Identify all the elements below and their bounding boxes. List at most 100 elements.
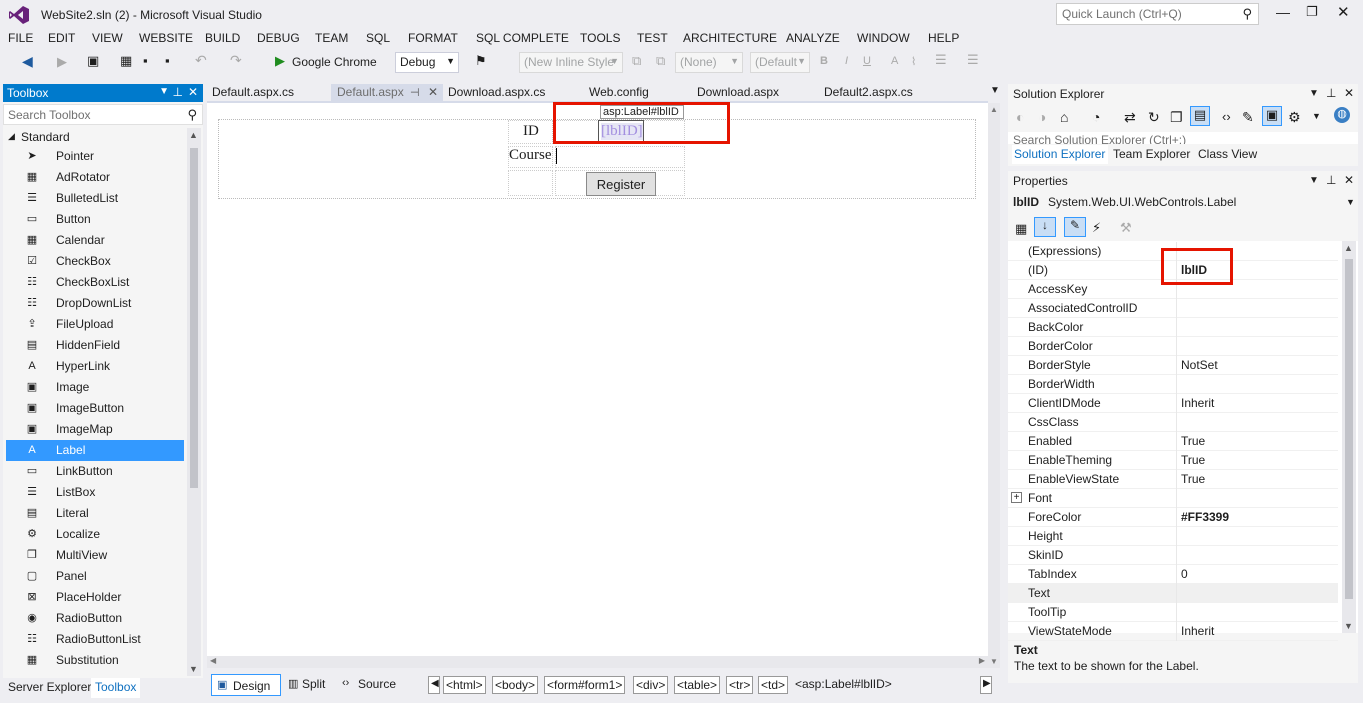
- toolbox-item-placeholder[interactable]: ⊠ PlaceHolder: [6, 587, 184, 608]
- menu-test[interactable]: TEST: [637, 31, 668, 45]
- tab-default-aspx[interactable]: Default.aspx: [337, 85, 404, 102]
- undo-icon[interactable]: ↶: [195, 52, 207, 69]
- breadcrumb-item[interactable]: <html>: [443, 676, 486, 694]
- toolbox-item-bulletedlist[interactable]: ☰ BulletedList: [6, 188, 184, 209]
- italic-icon[interactable]: I: [845, 55, 848, 67]
- config-dropdown[interactable]: Debug ▼: [395, 52, 459, 73]
- open-icon[interactable]: ▦: [120, 53, 132, 69]
- redo-icon[interactable]: ↷: [230, 52, 242, 69]
- close-icon[interactable]: ✕: [188, 85, 198, 99]
- designer-hscrollbar[interactable]: ◀ ▶: [207, 656, 988, 668]
- pin-icon[interactable]: ⊥: [1326, 173, 1336, 187]
- tab-default-aspx-cs[interactable]: Default.aspx.cs: [212, 85, 294, 102]
- close-icon[interactable]: ✕: [1344, 173, 1354, 187]
- breadcrumb-item[interactable]: <tr>: [726, 676, 754, 694]
- menu-window[interactable]: WINDOW: [857, 31, 910, 45]
- scroll-right-icon[interactable]: ▶: [979, 656, 985, 665]
- chevron-down-icon[interactable]: ▼: [159, 86, 169, 97]
- properties-view-icon[interactable]: ✎: [1064, 217, 1086, 237]
- scroll-down-icon[interactable]: ▼: [1344, 621, 1353, 631]
- start-debug-icon[interactable]: ▶: [275, 53, 285, 69]
- properties-icon[interactable]: ✎: [1242, 109, 1254, 126]
- close-icon[interactable]: ✕: [1344, 86, 1354, 100]
- underline-icon[interactable]: U: [863, 55, 871, 67]
- pending-changes-icon[interactable]: ◔: [1092, 109, 1100, 125]
- menu-edit[interactable]: EDIT: [48, 31, 75, 45]
- tab-download-aspx[interactable]: Download.aspx: [697, 85, 779, 102]
- scrollbar-thumb[interactable]: [190, 148, 198, 488]
- property-row-viewstatemode[interactable]: ViewStateMode Inherit: [1008, 622, 1338, 641]
- chevron-down-icon[interactable]: ▼: [1309, 88, 1319, 99]
- menu-tools[interactable]: TOOLS: [580, 31, 620, 45]
- toolbox-item-image[interactable]: ▣ Image: [6, 377, 184, 398]
- toolbox-group-standard[interactable]: ◢ Standard: [3, 128, 188, 146]
- property-row-enabletheming[interactable]: EnableTheming True: [1008, 451, 1338, 470]
- toolbox-item-listbox[interactable]: ☰ ListBox: [6, 482, 184, 503]
- highlight-icon[interactable]: ⌇: [911, 55, 916, 68]
- toolbox-item-radiobuttonlist[interactable]: ☷ RadioButtonList: [6, 629, 184, 650]
- tab-design[interactable]: ▣ Design: [211, 674, 281, 696]
- toolbox-item-substitution[interactable]: ▦ Substitution: [6, 650, 184, 671]
- menu-team[interactable]: TEAM: [315, 31, 348, 45]
- forward-icon[interactable]: ▶: [57, 54, 67, 70]
- new-project-icon[interactable]: ▣: [87, 53, 99, 69]
- bullets-icon[interactable]: ☰: [967, 52, 979, 68]
- style-dropdown[interactable]: (New Inline Style ▼: [519, 52, 623, 73]
- object-selector[interactable]: lblID System.Web.UI.WebControls.Label ▼: [1008, 193, 1358, 212]
- expand-font-icon[interactable]: +: [1011, 492, 1022, 503]
- crumb-scroll-right-icon[interactable]: ▶: [980, 676, 992, 694]
- maximize-button[interactable]: ❐: [1306, 4, 1318, 20]
- close-tab-icon[interactable]: ✕: [428, 85, 438, 102]
- tab-overflow-icon[interactable]: ▼: [990, 85, 1000, 102]
- toolbox-item-literal[interactable]: ▤ Literal: [6, 503, 184, 524]
- property-value[interactable]: True: [1181, 472, 1205, 486]
- save-icon[interactable]: ▪: [143, 53, 148, 68]
- solution-search-input[interactable]: Search Solution Explorer (Ctrl+;): [1008, 132, 1358, 144]
- property-row-borderwidth[interactable]: BorderWidth: [1008, 375, 1338, 394]
- tab-web-config[interactable]: Web.config: [589, 85, 649, 102]
- menu-file[interactable]: FILE: [8, 31, 33, 45]
- browser-link-icon[interactable]: ⚑: [475, 53, 487, 69]
- toolbox-scrollbar[interactable]: ▲ ▼: [187, 128, 201, 676]
- font-dropdown[interactable]: (Default ▼: [750, 52, 810, 73]
- property-row-tooltip[interactable]: ToolTip: [1008, 603, 1338, 622]
- property-value[interactable]: Inherit: [1181, 624, 1214, 638]
- tab-default2-aspx-cs[interactable]: Default2.aspx.cs: [824, 85, 913, 102]
- style-apply-icon[interactable]: ⧉: [632, 53, 641, 69]
- property-value[interactable]: Inherit: [1181, 396, 1214, 410]
- property-row-borderstyle[interactable]: BorderStyle NotSet: [1008, 356, 1338, 375]
- forecolor-icon[interactable]: A: [891, 55, 898, 67]
- view-code-icon[interactable]: ‹›: [1222, 109, 1231, 124]
- tab-source[interactable]: Source: [358, 677, 396, 699]
- property-row-clientidmode[interactable]: ClientIDMode Inherit: [1008, 394, 1338, 413]
- refresh-icon[interactable]: ↻: [1148, 109, 1160, 126]
- menu-sql-complete[interactable]: SQL COMPLETE: [476, 31, 569, 45]
- property-row-skinid[interactable]: SkinID: [1008, 546, 1338, 565]
- menu-help[interactable]: HELP: [928, 31, 959, 45]
- property-row-cssclass[interactable]: CssClass: [1008, 413, 1338, 432]
- scroll-up-icon[interactable]: ▲: [189, 130, 198, 140]
- breadcrumb-item[interactable]: <td>: [758, 676, 789, 694]
- tab-solution-explorer[interactable]: Solution Explorer: [1012, 145, 1108, 164]
- events-icon[interactable]: ⚡: [1092, 220, 1101, 236]
- register-button[interactable]: Register: [586, 172, 656, 196]
- browser-selector[interactable]: Google Chrome: [292, 55, 377, 69]
- toolbox-item-calendar[interactable]: ▦ Calendar: [6, 230, 184, 251]
- home-icon[interactable]: ⌂: [1060, 109, 1068, 125]
- property-row-text[interactable]: Text: [1008, 584, 1338, 603]
- tab-team-explorer[interactable]: Team Explorer: [1113, 147, 1190, 161]
- tab-split[interactable]: Split: [302, 677, 325, 699]
- breadcrumb-item[interactable]: <form#form1>: [544, 676, 626, 694]
- breadcrumb-item[interactable]: <body>: [492, 676, 539, 694]
- align-icon[interactable]: ☰: [935, 52, 947, 68]
- bold-icon[interactable]: B: [820, 55, 828, 67]
- save-all-icon[interactable]: ▪: [165, 53, 170, 68]
- back-icon[interactable]: ◀: [22, 53, 33, 70]
- designer-vscrollbar[interactable]: ▲ ▼: [988, 103, 1000, 668]
- scroll-left-icon[interactable]: ◀: [210, 656, 216, 665]
- property-pages-icon[interactable]: ⚒: [1120, 220, 1132, 236]
- pin-icon[interactable]: ⊥: [1326, 86, 1336, 100]
- quick-launch-input[interactable]: Quick Launch (Ctrl+Q) ⚲: [1056, 3, 1259, 25]
- breadcrumb-item[interactable]: <div>: [633, 676, 669, 694]
- scroll-down-icon[interactable]: ▼: [990, 657, 998, 666]
